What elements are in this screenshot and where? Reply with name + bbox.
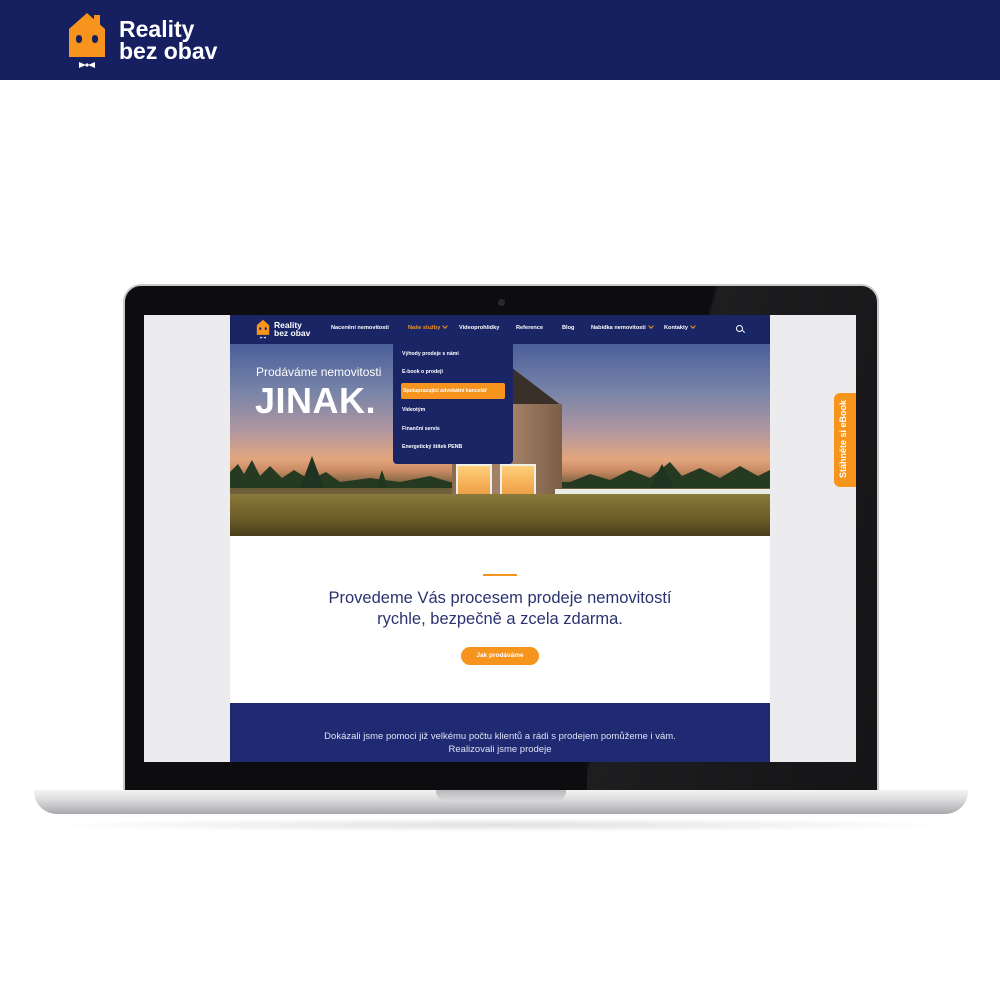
nav-item-videoprohlidky[interactable]: Videoprohlídky	[459, 325, 499, 331]
laptop-shadow	[40, 818, 962, 832]
clients-line-1: Dokázali jsme pomoci již velkému počtu k…	[324, 731, 676, 742]
dropdown-item[interactable]: Finanční servis	[402, 426, 440, 432]
website: Reality bez obav Nacenění nemovitostí Na…	[230, 315, 770, 762]
house-mascot-icon	[69, 13, 105, 68]
laptop-screen: Reality bez obav Nacenění nemovitostí Na…	[144, 315, 856, 762]
dropdown-item[interactable]: Výhody prodeje s námi	[402, 351, 459, 357]
laptop-base-notch	[436, 790, 566, 801]
brand-line-2: bez obav	[119, 38, 218, 64]
services-dropdown-menu: Výhody prodeje s námi E-book o prodeji S…	[393, 344, 513, 464]
chevron-down-icon	[442, 323, 449, 329]
nav-item-naceneni[interactable]: Nacenění nemovitostí	[331, 325, 389, 331]
nav-item-kontakty[interactable]: Kontakty	[664, 323, 696, 331]
hero-title: JINAK.	[255, 380, 377, 421]
brand-name: Reality bez obav	[119, 16, 218, 64]
site-logo-text: Reality bez obav	[274, 321, 311, 338]
clients-line-2: Realizovali jsme prodeje	[448, 744, 552, 755]
chevron-down-icon	[690, 323, 696, 329]
dropdown-item[interactable]: E-book o prodeji	[402, 369, 443, 375]
lead-line-2: rychle, bezpečně a zcela zdarma.	[377, 610, 623, 628]
search-icon[interactable]	[736, 325, 743, 332]
lead-text: Provedeme Vás procesem prodeje nemovitos…	[230, 588, 770, 630]
site-logo[interactable]: Reality bez obav	[256, 319, 310, 339]
ebook-side-tab[interactable]: Stáhněte si eBook	[834, 393, 856, 487]
dropdown-item[interactable]: Videotým	[402, 407, 425, 413]
field-graphic	[230, 494, 770, 536]
laptop-base	[34, 790, 968, 814]
nav-item-nase-sluzby[interactable]: Naše služby	[408, 323, 449, 331]
house-mascot-icon	[256, 319, 270, 339]
nav-item-reference[interactable]: Reference	[516, 325, 543, 331]
dropdown-item-active[interactable]: Spolupracující advokátní kancelář	[401, 383, 505, 399]
brand-logo[interactable]: Reality bez obav	[67, 11, 217, 69]
site-nav: Reality bez obav Nacenění nemovitostí Na…	[230, 315, 770, 344]
nav-item-nabidka[interactable]: Nabídka nemovitostí	[591, 323, 654, 331]
ebook-side-tab-label: Stáhněte si eBook	[838, 399, 848, 479]
lead-line-1: Provedeme Vás procesem prodeje nemovitos…	[328, 589, 672, 607]
dropdown-item[interactable]: Energetický štítek PENB	[402, 444, 462, 450]
clients-text: Dokázali jsme pomoci již velkému počtu k…	[230, 730, 770, 756]
top-brand-bar: Reality bez obav	[0, 0, 1000, 80]
clients-band: Dokázali jsme pomoci již velkému počtu k…	[230, 703, 770, 762]
chevron-down-icon	[647, 323, 654, 329]
camera-icon	[498, 299, 505, 306]
site-logo-line-2: bez obav	[274, 328, 311, 338]
nav-item-blog[interactable]: Blog	[562, 325, 574, 331]
brand-line-1: Reality	[119, 16, 195, 42]
how-we-sell-button[interactable]: Jak prodáváme	[461, 647, 539, 665]
section-divider	[483, 574, 517, 576]
hero-subtitle: Prodáváme nemovitosti	[256, 365, 382, 379]
